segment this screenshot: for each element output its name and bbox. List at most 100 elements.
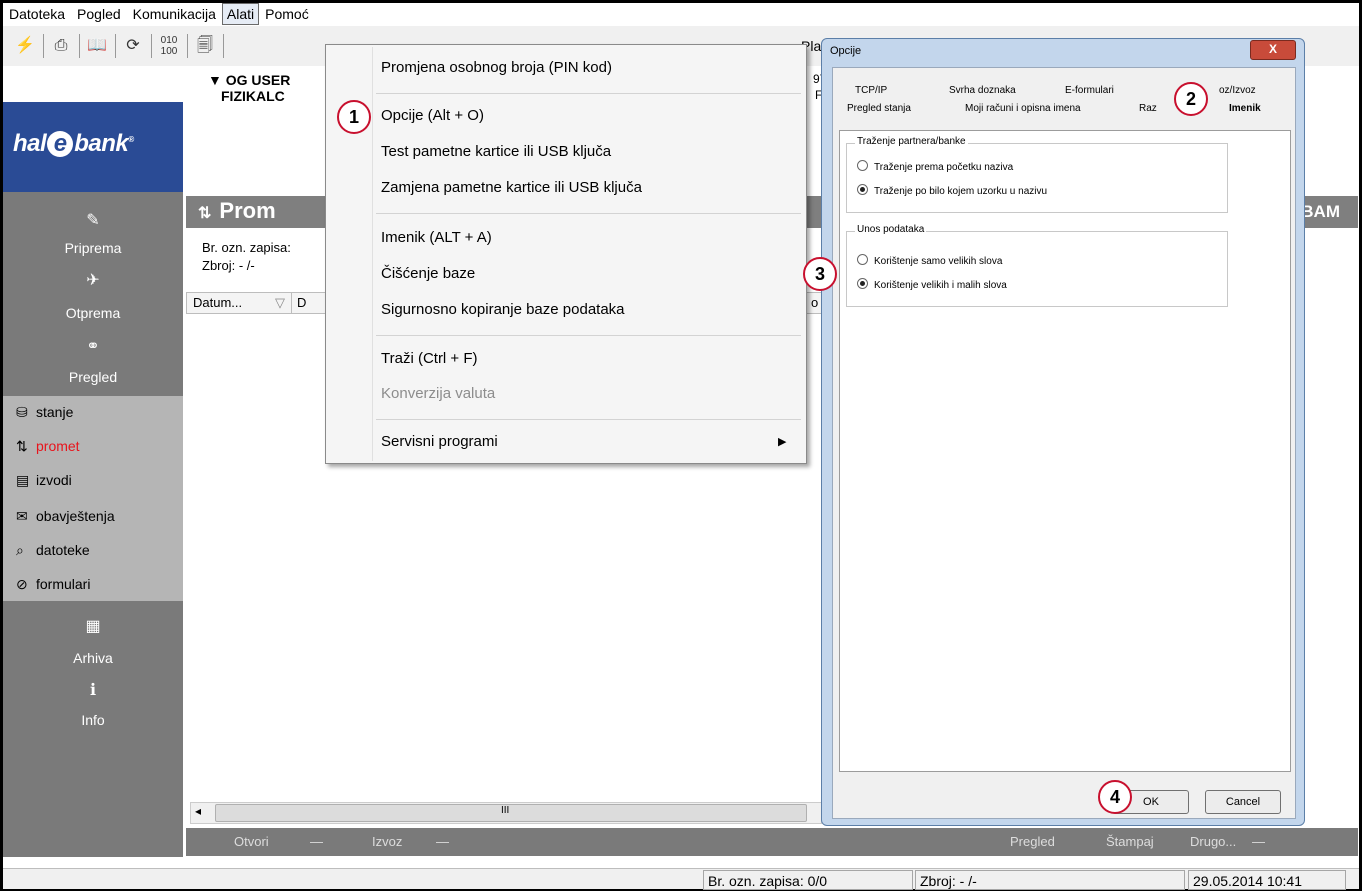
status-datetime: 29.05.2014 10:41: [1188, 870, 1346, 890]
statement-icon: ▤: [16, 472, 30, 488]
sidebar-item-pregled[interactable]: Pregled: [3, 369, 183, 385]
tab-imenik[interactable]: Imenik: [1229, 102, 1261, 116]
halbank-logo: hal e bank®: [3, 102, 183, 192]
lightning-icon[interactable]: ⚡: [13, 34, 37, 58]
group-unos-podataka: Unos podataka Korištenje samo velikih sl…: [846, 224, 1228, 307]
otvori-button[interactable]: Otvori: [234, 828, 269, 856]
horizontal-scrollbar[interactable]: ◂ III: [190, 802, 822, 824]
tab-pregled-stanja[interactable]: Pregled stanja: [847, 102, 911, 116]
column-d[interactable]: D: [297, 293, 306, 313]
binary-icon[interactable]: 010 100: [157, 34, 181, 59]
paperclip-icon: ⊘: [16, 576, 28, 592]
menu-komunikacija[interactable]: Komunikacija: [127, 4, 222, 24]
stampaj-button[interactable]: Štampaj: [1106, 828, 1154, 856]
tab-tcpip[interactable]: TCP/IP: [855, 84, 887, 98]
scroll-left-icon[interactable]: ◂: [195, 804, 201, 818]
refresh-icon[interactable]: ⟳: [121, 34, 145, 58]
tab-svrha-doznaka[interactable]: Svrha doznaka: [949, 84, 1016, 98]
menu-item-trazi[interactable]: Traži (Ctrl + F): [381, 350, 478, 367]
callout-1: 1: [337, 100, 371, 134]
action-bar: Otvori — Izvoz — Pregled Štampaj Drugo..…: [186, 828, 1358, 856]
scroll-thumb[interactable]: [215, 804, 807, 822]
toolbar-separator: [43, 34, 44, 58]
printer-icon[interactable]: ⎙: [49, 34, 73, 58]
sidebar-subitem-stanje[interactable]: ⛁ stanje: [16, 402, 73, 422]
menu-pomoc[interactable]: Pomoć: [259, 4, 315, 24]
sort-icon[interactable]: ▽: [275, 293, 285, 313]
edit-icon: ✎: [86, 212, 100, 229]
sum-label: Zbroj: - /-: [202, 258, 255, 273]
toolbar-separator: [79, 34, 80, 58]
tab-moji-racuni[interactable]: Moji računi i opisna imena: [965, 102, 1081, 116]
separator-dash: —: [1252, 834, 1265, 849]
toolbar-separator: [151, 34, 152, 58]
callout-4: 4: [1098, 780, 1132, 814]
status-sum: Zbroj: - /-: [915, 870, 1185, 890]
menu-item-ciscenje-baze[interactable]: Čišćenje baze: [381, 265, 475, 282]
menu-item-zamjena-kartice[interactable]: Zamjena pametne kartice ili USB ključa: [381, 179, 642, 196]
separator-dash: —: [436, 834, 449, 849]
logo-text: hal e bank®: [13, 130, 134, 157]
radio-velika-slova[interactable]: Korištenje samo velikih slova: [857, 254, 1002, 267]
menu-separator: [376, 213, 801, 214]
archive-icon: ▦: [85, 618, 101, 635]
binoculars-icon: ⚭: [86, 338, 100, 355]
menu-pogled[interactable]: Pogled: [71, 4, 127, 24]
opcije-dialog: Opcije X TCP/IP Svrha doznaka E-formular…: [821, 38, 1305, 826]
radio-trazenje-pocetak[interactable]: Traženje prema početku naziva: [857, 160, 1013, 173]
dialog-title: Opcije: [830, 45, 862, 57]
radio-button[interactable]: [857, 254, 868, 265]
radio-button[interactable]: [857, 184, 868, 195]
scroll-grip: III: [501, 805, 510, 816]
menu-item-kopiranje-baze[interactable]: Sigurnosno kopiranje baze podataka: [381, 301, 625, 318]
cancel-button[interactable]: Cancel: [1205, 790, 1281, 814]
close-button[interactable]: X: [1250, 40, 1296, 60]
menu-datoteka[interactable]: Datoteka: [3, 4, 71, 24]
callout-2: 2: [1174, 82, 1208, 116]
menu-item-test-kartice[interactable]: Test pametne kartice ili USB ključa: [381, 143, 611, 160]
sidebar-subitem-promet[interactable]: ⇅ promet: [16, 436, 80, 456]
drugo-button[interactable]: Drugo...: [1190, 828, 1236, 856]
column-divider: [291, 293, 292, 313]
pregled-button[interactable]: Pregled: [1010, 828, 1055, 856]
tab-uvoz-izvoz[interactable]: oz/Izvoz: [1219, 84, 1256, 98]
group-title-unos: Unos podataka: [855, 224, 927, 235]
izvoz-button[interactable]: Izvoz: [372, 828, 402, 856]
column-o[interactable]: o: [811, 293, 818, 313]
menu-item-konverzija: Konverzija valuta: [381, 385, 496, 402]
transactions-icon: ⇅: [16, 438, 28, 454]
sidebar-item-info[interactable]: Info: [3, 712, 183, 728]
coins-icon: ⛁: [16, 404, 28, 420]
menu-item-opcije[interactable]: Opcije (Alt + O): [381, 107, 484, 124]
sidebar-item-otprema[interactable]: Otprema: [3, 305, 183, 321]
envelope-icon: ✉: [16, 508, 28, 524]
menu-alati[interactable]: Alati: [221, 3, 260, 25]
group-title-trazenje: Traženje partnera/banke: [855, 136, 968, 147]
user-name-line1: ▼ OG USER: [208, 72, 291, 88]
menu-item-pin[interactable]: Promjena osobnog broja (PIN kod): [381, 59, 612, 76]
separator-dash: —: [310, 834, 323, 849]
toolbar-separator: [187, 34, 188, 58]
document-icon[interactable]: 🗐: [193, 34, 217, 58]
menu-item-servisni-programi[interactable]: Servisni programi: [381, 433, 498, 450]
column-datum[interactable]: Datum...: [193, 293, 242, 313]
menu-separator: [376, 335, 801, 336]
radio-button[interactable]: [857, 278, 868, 289]
status-records: Br. ozn. zapisa: 0/0: [703, 870, 913, 890]
sidebar-item-priprema[interactable]: Priprema: [3, 240, 183, 256]
radio-trazenje-uzorak[interactable]: Traženje po bilo kojem uzorku u nazivu: [857, 184, 1047, 197]
menu-separator: [376, 419, 801, 420]
tab-e-formulari[interactable]: E-formulari: [1065, 84, 1114, 98]
sidebar-subitem-formulari[interactable]: ⊘ formulari: [16, 574, 90, 594]
tab-panel-imenik: Traženje partnera/banke Traženje prema p…: [839, 130, 1291, 772]
sidebar-subitem-obavjestenja[interactable]: ✉ obavještenja: [16, 506, 115, 526]
radio-button[interactable]: [857, 160, 868, 171]
book-icon[interactable]: 📖: [85, 34, 109, 58]
menu-item-imenik[interactable]: Imenik (ALT + A): [381, 229, 492, 246]
sidebar-subitem-datoteke[interactable]: ⌕ datoteke: [16, 540, 90, 560]
tab-razno[interactable]: Raz: [1139, 102, 1157, 116]
sidebar-subitem-izvodi[interactable]: ▤ izvodi: [16, 470, 72, 490]
sidebar-item-arhiva[interactable]: Arhiva: [3, 650, 183, 666]
radio-velika-mala-slova[interactable]: Korištenje velikih i malih slova: [857, 278, 1007, 291]
currency-label: BAM: [1301, 202, 1340, 221]
